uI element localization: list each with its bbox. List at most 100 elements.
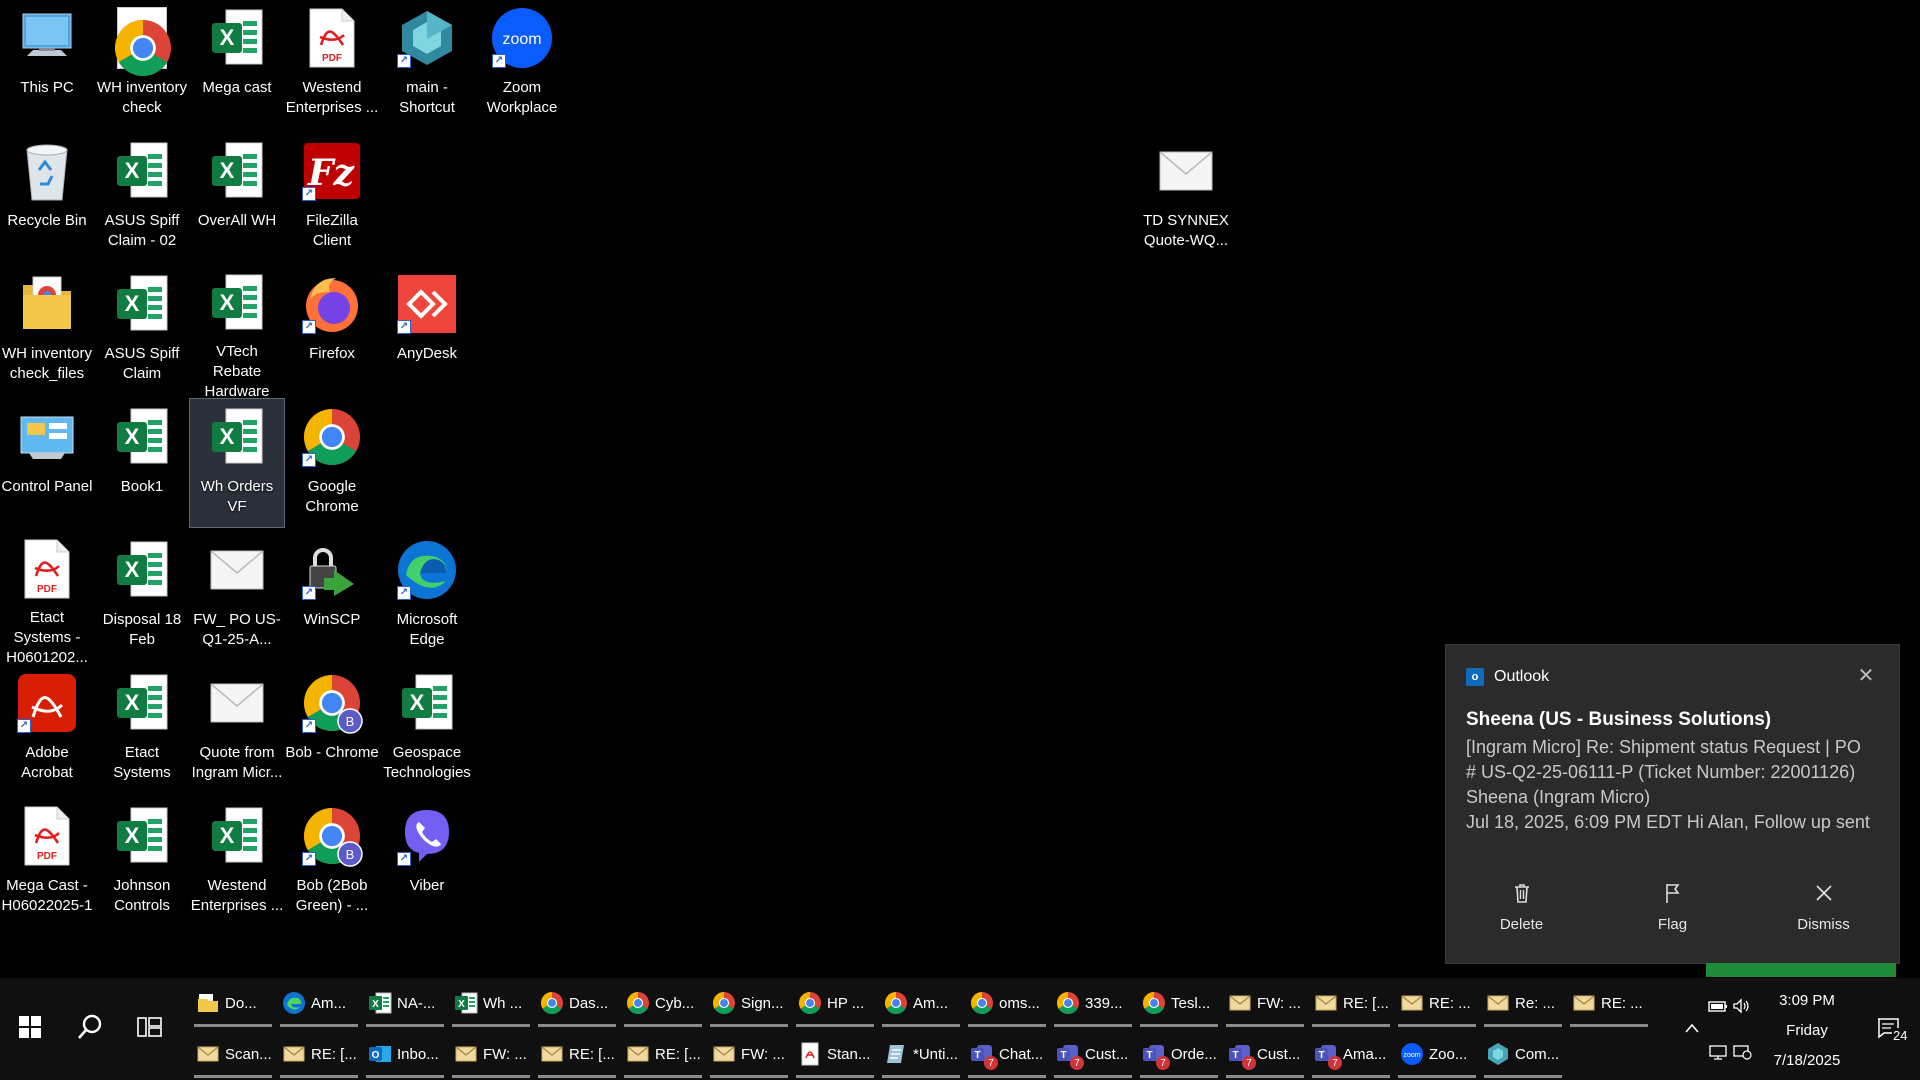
- unread-badge: 7: [984, 1056, 998, 1070]
- battery-icon[interactable]: [1708, 998, 1728, 1014]
- taskbar-button-edge[interactable]: Am...: [276, 978, 362, 1028]
- outlook-notification[interactable]: o Outlook ✕ Sheena (US - Business Soluti…: [1445, 644, 1900, 977]
- taskbar-button-envelope[interactable]: RE: [...: [1308, 978, 1394, 1028]
- display-sync-icon[interactable]: [1732, 1044, 1752, 1060]
- taskbar-button-envelope[interactable]: RE: [...: [534, 1029, 620, 1079]
- taskbar-button-notepad[interactable]: *Unti...: [878, 1029, 964, 1079]
- desktop-icon-filezilla-client[interactable]: Fz ↗ FileZilla Client: [285, 133, 379, 261]
- desktop-icon-mega-cast-h06022025-1[interactable]: PDF Mega Cast - H06022025-1: [0, 798, 94, 926]
- desktop-icon-adobe-acrobat[interactable]: ↗ Adobe Acrobat: [0, 665, 94, 793]
- taskbar-button-file-explorer[interactable]: Do...: [190, 978, 276, 1028]
- desktop-icon-wh-inventory-check-files[interactable]: WH inventory check_files: [0, 266, 94, 394]
- taskbar-button-excel[interactable]: X NA-...: [362, 978, 448, 1028]
- desktop-icon-google-chrome[interactable]: ↗ Google Chrome: [285, 399, 379, 527]
- desktop-icon-label: OverAll WH: [197, 212, 277, 229]
- desktop-icon-johnson-controls[interactable]: X Johnson Controls: [95, 798, 189, 926]
- taskbar-button-label: Cust...: [1257, 1045, 1301, 1063]
- desktop-icon-microsoft-edge[interactable]: ↗ Microsoft Edge: [380, 532, 474, 660]
- desktop-icon-mega-cast[interactable]: X Mega cast: [190, 0, 284, 128]
- start-button[interactable]: [0, 978, 60, 1080]
- hexagon-app-icon: ↗: [395, 6, 459, 70]
- desktop-icon-firefox[interactable]: ↗ Firefox: [285, 266, 379, 394]
- taskbar-button-teams[interactable]: T 7 Cust...: [1050, 1029, 1136, 1079]
- desktop-icon-book1[interactable]: X Book1: [95, 399, 189, 527]
- excel-icon: X: [454, 991, 478, 1015]
- desktop-icon-asus-spiff-claim-02[interactable]: X ASUS Spiff Claim - 02: [95, 133, 189, 261]
- desktop-icon-zoom-workplace[interactable]: zoom ↗ Zoom Workplace: [475, 0, 569, 128]
- desktop-icon-etact-systems[interactable]: X Etact Systems: [95, 665, 189, 793]
- delete-button[interactable]: Delete: [1446, 867, 1597, 947]
- taskbar-button-chrome[interactable]: Tesl...: [1136, 978, 1222, 1028]
- chrome-icon: [540, 991, 564, 1015]
- search-button[interactable]: [60, 978, 120, 1080]
- notification-body[interactable]: [Ingram Micro] Re: Shipment status Reque…: [1466, 735, 1886, 835]
- desktop-icon-vtech-rebate-hardware[interactable]: X VTech Rebate Hardware: [190, 266, 284, 400]
- desktop-icon-bob-chrome[interactable]: B ↗ Bob - Chrome: [285, 665, 379, 793]
- excel-icon: X: [205, 405, 269, 469]
- svg-text:X: X: [220, 290, 235, 315]
- desktop-icon-control-panel[interactable]: Control Panel: [0, 399, 94, 527]
- desktop-icon-asus-spiff-claim[interactable]: X ASUS Spiff Claim: [95, 266, 189, 394]
- taskbar-button-pdf[interactable]: Stan...: [792, 1029, 878, 1079]
- taskbar-button-envelope[interactable]: Re: ...: [1480, 978, 1566, 1028]
- winscp-icon: ↗: [300, 538, 364, 602]
- show-hidden-icons-button[interactable]: [1676, 978, 1706, 1080]
- desktop-icon-viber[interactable]: ↗ Viber: [380, 798, 474, 926]
- taskbar-button-teams[interactable]: T 7 Orde...: [1136, 1029, 1222, 1079]
- desktop-icon-td-synnex-quote-wq[interactable]: TD SYNNEX Quote-WQ...: [1139, 133, 1233, 261]
- taskbar-button-chrome[interactable]: Cyb...: [620, 978, 706, 1028]
- envelope-icon: [1228, 991, 1252, 1015]
- desktop-icon-overall-wh[interactable]: X OverAll WH: [190, 133, 284, 261]
- clock[interactable]: 3:09 PM Friday 7/18/2025: [1752, 978, 1862, 1080]
- chrome-icon: [1142, 991, 1166, 1015]
- taskbar-button-envelope[interactable]: FW: ...: [706, 1029, 792, 1079]
- volume-icon[interactable]: [1732, 998, 1752, 1014]
- taskbar-button-envelope[interactable]: FW: ...: [448, 1029, 534, 1079]
- desktop-icon-anydesk[interactable]: ↗ AnyDesk: [380, 266, 474, 394]
- desktop-icon-bob-2bob-green[interactable]: B ↗ Bob (2Bob Green) - ...: [285, 798, 379, 926]
- taskbar-button-teams[interactable]: T 7 Ama...: [1308, 1029, 1394, 1079]
- teams-icon: T7: [1142, 1042, 1170, 1070]
- taskbar-button-label: RE: [...: [569, 1045, 615, 1063]
- taskbar-button-chrome[interactable]: 339...: [1050, 978, 1136, 1028]
- taskbar-button-label: Com...: [1515, 1045, 1560, 1063]
- taskbar-button-envelope[interactable]: FW: ...: [1222, 978, 1308, 1028]
- dismiss-button[interactable]: Dismiss: [1748, 867, 1899, 947]
- taskbar-button-envelope[interactable]: RE: ...: [1566, 978, 1652, 1028]
- taskbar-button-zoom[interactable]: zoom Zoo...: [1394, 1029, 1480, 1079]
- taskbar-button-teams[interactable]: T 7 Cust...: [1222, 1029, 1308, 1079]
- taskbar-button-hexagon-app[interactable]: Com...: [1480, 1029, 1566, 1079]
- taskbar-button-teams[interactable]: T 7 Chat...: [964, 1029, 1050, 1079]
- desktop-icon-westend-enterprises[interactable]: PDF Westend Enterprises ...: [285, 0, 379, 128]
- taskbar-button-chrome[interactable]: Sign...: [706, 978, 792, 1028]
- taskbar-button-envelope[interactable]: RE: [...: [620, 1029, 706, 1079]
- taskbar-button-chrome[interactable]: oms...: [964, 978, 1050, 1028]
- desktop-icon-wh-orders-vf[interactable]: X Wh Orders VF: [189, 398, 285, 528]
- taskbar-button-envelope[interactable]: RE: ...: [1394, 978, 1480, 1028]
- desktop-icon-main-shortcut[interactable]: ↗ main - Shortcut: [380, 0, 474, 128]
- taskbar-button-chrome[interactable]: Das...: [534, 978, 620, 1028]
- taskbar-button-outlook[interactable]: O Inbo...: [362, 1029, 448, 1079]
- desktop-icon-westend-enterprises[interactable]: X Westend Enterprises ...: [190, 798, 284, 926]
- desktop-icon-etact-systems-h0601202[interactable]: PDF Etact Systems - H0601202...: [0, 532, 94, 666]
- desktop-icon-recycle-bin[interactable]: Recycle Bin: [0, 133, 94, 261]
- desktop-icon-winscp[interactable]: ↗ WinSCP: [285, 532, 379, 660]
- flag-button[interactable]: Flag: [1597, 867, 1748, 947]
- desktop-icon-wh-inventory-check[interactable]: WH inventory check: [95, 0, 189, 128]
- taskbar-button-envelope[interactable]: RE: [...: [276, 1029, 362, 1079]
- action-center-button[interactable]: 24: [1862, 978, 1920, 1080]
- taskbar-button-excel[interactable]: X Wh ...: [448, 978, 534, 1028]
- desktop-icon-fw-po-us-q1-25-a[interactable]: FW_ PO US-Q1-25-A...: [190, 532, 284, 660]
- taskbar-button-chrome[interactable]: HP ...: [792, 978, 878, 1028]
- chrome-profile-icon: B ↗: [300, 671, 364, 735]
- desktop-icon-this-pc[interactable]: This PC: [0, 0, 94, 128]
- desktop-icon-disposal-18-feb[interactable]: X Disposal 18 Feb: [95, 532, 189, 660]
- notification-close-button[interactable]: ✕: [1855, 665, 1877, 687]
- taskbar-button-envelope[interactable]: Scan...: [190, 1029, 276, 1079]
- desktop-icon-geospace-technologies[interactable]: X Geospace Technologies: [380, 665, 474, 793]
- task-view-button[interactable]: [120, 978, 180, 1080]
- taskbar-button-label: Orde...: [1171, 1045, 1217, 1063]
- taskbar-button-chrome[interactable]: Am...: [878, 978, 964, 1028]
- desktop-icon-quote-from-ingram-micr[interactable]: Quote from Ingram Micr...: [190, 665, 284, 793]
- network-icon[interactable]: [1708, 1044, 1728, 1060]
